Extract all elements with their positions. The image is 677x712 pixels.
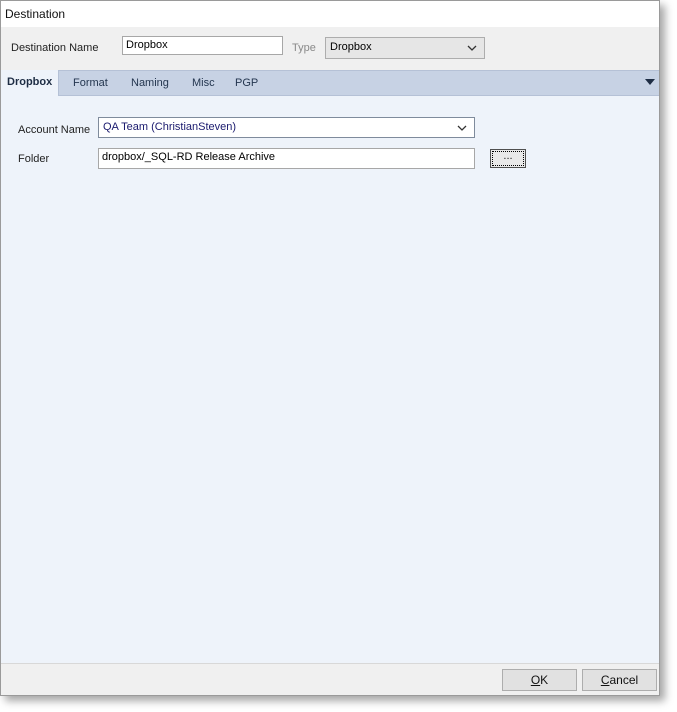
tab-dropbox[interactable]: Dropbox [1,70,60,96]
tab-strip: Dropbox Format Naming Misc PGP [1,70,659,96]
chevron-down-icon [467,45,477,51]
cancel-button[interactable]: Cancel [582,669,657,691]
window-title: Destination [5,7,66,21]
ok-hotkey: O [530,673,541,687]
browse-folder-button[interactable]: ... [490,149,526,168]
type-label: Type [292,42,316,54]
tab-misc[interactable]: Misc [192,71,215,95]
type-select[interactable]: Dropbox [325,37,485,59]
account-name-value: QA Team (ChristianSteven) [103,121,237,133]
title-bar: Destination [1,1,659,27]
header-row: Destination Name Dropbox Type Dropbox [1,27,659,70]
dropbox-tab-panel: Account Name QA Team (ChristianSteven) F… [1,96,659,663]
cancel-label-rest: ancel [609,673,639,687]
ok-label-rest: K [540,673,549,687]
destination-dialog: Destination Destination Name Dropbox Typ… [0,0,660,696]
tab-pgp[interactable]: PGP [235,71,258,95]
ok-button[interactable]: OK [502,669,577,691]
type-select-value: Dropbox [330,41,372,53]
dialog-footer: OK Cancel [1,663,659,695]
tab-format[interactable]: Format [73,71,108,95]
folder-label: Folder [18,153,50,165]
account-name-label: Account Name [18,124,91,136]
chevron-down-icon [457,125,467,131]
destination-name-input[interactable]: Dropbox [122,36,283,55]
folder-input[interactable]: dropbox/_SQL-RD Release Archive [98,148,475,169]
destination-name-label: Destination Name [11,42,99,54]
tab-naming[interactable]: Naming [131,71,169,95]
account-name-select[interactable]: QA Team (ChristianSteven) [98,117,475,138]
triangle-down-icon[interactable] [645,79,655,85]
